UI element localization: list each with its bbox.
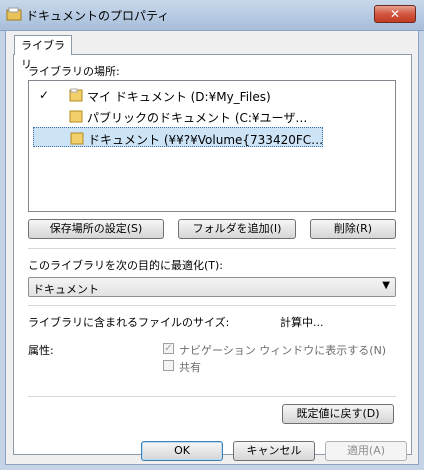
size-label: ライブラリに含まれるファイルのサイズ: [28,316,230,329]
optimize-dropdown[interactable]: ドキュメント ▼ [28,277,396,297]
separator [28,305,396,306]
library-locations-list[interactable]: ✓ マイ ドキュメント (D:¥My_Files) パブリックのドキュメント (… [28,80,396,212]
library-icon [6,7,22,21]
library-locations-label: ライブラリの場所: [28,65,120,78]
remove-button[interactable]: 削除(R) [310,219,396,239]
window-title: ドキュメントのプロパティ [26,9,170,23]
list-item-text: マイ ドキュメント (D:¥My_Files) [87,90,271,104]
show-in-nav-checkbox[interactable]: ✓ [163,343,174,354]
list-item-text: パブリックのドキュメント (C:¥ユーザ… [87,111,308,125]
close-button[interactable]: ✕ [374,5,416,23]
folder-icon [69,110,83,123]
folder-icon [70,132,84,145]
folder-icon [69,88,83,102]
title-bar: ドキュメントのプロパティ ✕ [0,0,424,31]
list-item-selected[interactable]: ドキュメント (¥¥?¥Volume{733420FC… [33,127,323,147]
restore-defaults-button[interactable]: 既定値に戻す(D) [282,404,394,424]
ok-button[interactable]: OK [141,441,223,461]
shared-checkbox[interactable] [163,360,174,371]
default-save-check-icon: ✓ [39,88,50,102]
size-value: 計算中... [280,316,324,329]
set-save-location-button[interactable]: 保存場所の設定(S) [28,219,164,239]
close-icon: ✕ [389,7,401,21]
attributes-label: 属性: [28,344,54,357]
add-folder-button[interactable]: フォルダを追加(I) [178,219,296,239]
chevron-down-icon: ▼ [382,280,390,291]
separator [28,248,396,249]
shared-label: 共有 [179,361,201,374]
show-in-nav-label: ナビゲーション ウィンドウに表示する(N) [179,344,387,357]
list-item-text: ドキュメント (¥¥?¥Volume{733420FC… [88,133,324,147]
apply-button[interactable]: 適用(A) [325,441,407,461]
tab-library[interactable]: ライブラリ [14,35,72,71]
cancel-button[interactable]: キャンセル [233,441,315,461]
optimize-selected-value: ドキュメント [33,283,99,296]
optimize-label: このライブラリを次の目的に最適化(T): [28,259,224,272]
list-item[interactable]: ✓ マイ ドキュメント (D:¥My_Files) [33,85,323,105]
separator [28,396,396,397]
list-item[interactable]: パブリックのドキュメント (C:¥ユーザ… [33,106,323,126]
